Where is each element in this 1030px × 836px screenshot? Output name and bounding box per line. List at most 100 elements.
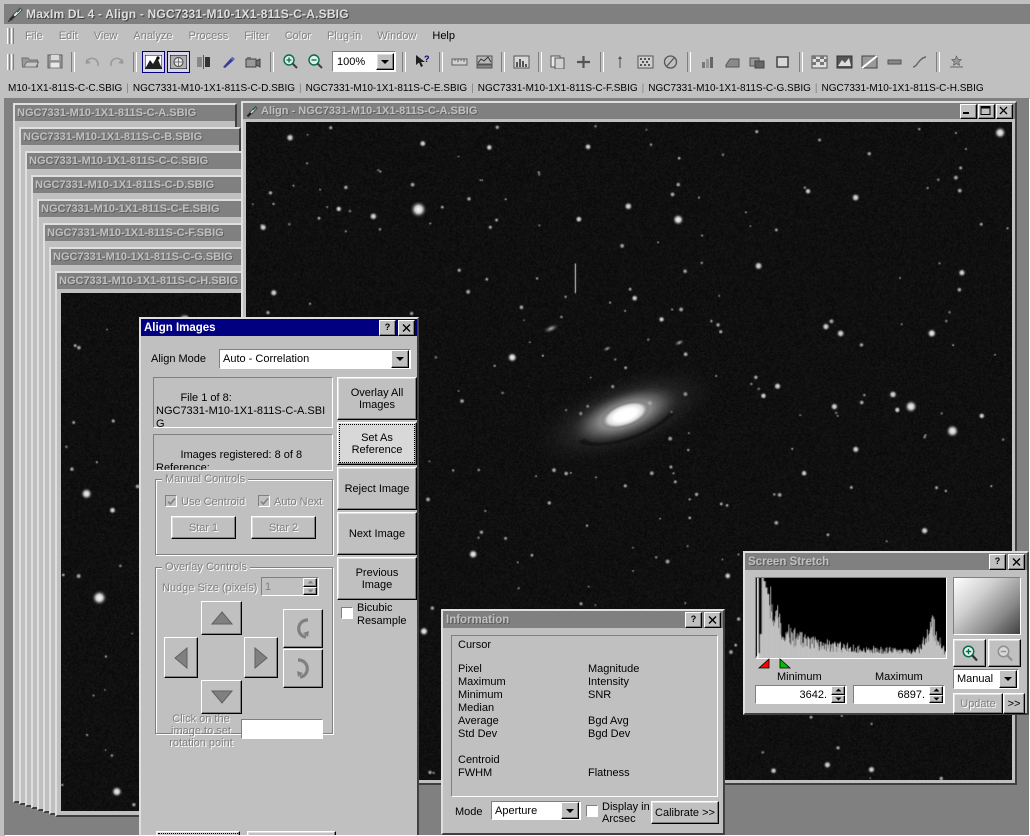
bar-chart-icon[interactable] — [696, 51, 719, 73]
information-dialog[interactable]: Information ? Cursor Pixel Maximum Minim… — [441, 609, 725, 835]
spinner-up[interactable] — [831, 686, 845, 695]
maximize-button[interactable] — [978, 103, 995, 119]
previous-image-button[interactable]: Previous Image — [337, 557, 417, 600]
menu-item-window[interactable]: Window — [369, 28, 424, 44]
histogram-panel[interactable] — [755, 577, 947, 659]
screen-stretch-dialog[interactable]: Screen Stretch ? Minimum Maximum 3642. 6… — [743, 551, 1029, 715]
save-file-icon[interactable] — [43, 51, 66, 73]
pixel-math-icon[interactable] — [634, 51, 657, 73]
rotate-cw-button[interactable] — [283, 649, 323, 688]
star2-button[interactable]: Star 2 — [251, 516, 316, 539]
chevron-down-icon[interactable] — [999, 670, 1017, 688]
document-tab[interactable]: NGC7331-M10-1X1-811S-C-F.SBIG — [474, 83, 642, 94]
image-window-title-bar[interactable]: NGC7331-M10-1X1-811S-C-A.SBIG — [15, 105, 235, 121]
photometry-icon[interactable] — [659, 51, 682, 73]
reject-image-button[interactable]: Reject Image — [337, 467, 417, 510]
update-button[interactable]: Update — [953, 693, 1003, 714]
undo-icon[interactable] — [80, 51, 103, 73]
nudge-down-button[interactable] — [201, 680, 242, 714]
minimum-spinner[interactable] — [831, 686, 845, 703]
histogram-high-marker[interactable] — [778, 658, 792, 672]
cancel-button[interactable]: Cancel — [247, 831, 336, 835]
nudge-left-button[interactable] — [164, 637, 198, 678]
overlay-icon[interactable] — [833, 51, 856, 73]
auto-next-checkbox[interactable] — [258, 495, 270, 507]
document-tab[interactable]: NGC7331-M10-1X1-811S-C-D.SBIG — [129, 83, 299, 94]
screen-stretch-icon[interactable] — [142, 50, 165, 73]
chevron-down-icon[interactable] — [376, 53, 394, 70]
document-tab[interactable]: NGC7331-M10-1X1-811S-C-G.SBIG — [644, 83, 815, 94]
image-window-title-bar[interactable]: NGC7331-M10-1X1-811S-C-C.SBIG — [27, 153, 245, 169]
measure-icon[interactable] — [448, 51, 471, 73]
histogram-icon[interactable] — [510, 51, 533, 73]
stretch-mode-select[interactable]: Manual — [953, 669, 1019, 689]
select-region-icon[interactable] — [771, 51, 794, 73]
star1-button[interactable]: Star 1 — [171, 516, 236, 539]
telescope-pointer-icon[interactable] — [217, 51, 240, 73]
close-button[interactable] — [398, 319, 415, 336]
spinner-down[interactable] — [303, 586, 317, 595]
align-images-dialog[interactable]: Align Images ? Align Mode Auto - Correla… — [139, 317, 419, 835]
flip-icon[interactable] — [192, 51, 215, 73]
chevron-down-icon[interactable] — [561, 802, 579, 819]
maximum-spinner[interactable] — [929, 686, 943, 703]
close-button[interactable] — [1008, 553, 1025, 570]
curve-icon[interactable] — [908, 51, 931, 73]
strip-icon[interactable] — [883, 51, 906, 73]
document-tab[interactable]: NGC7331-M10-1X1-811S-C-H.SBIG — [818, 83, 988, 94]
maximum-stepper[interactable]: 6897. — [853, 685, 945, 704]
spinner-up[interactable] — [929, 686, 943, 695]
align-mode-select[interactable]: Auto - Correlation — [219, 349, 411, 369]
help-button[interactable]: ? — [989, 553, 1006, 570]
calibrate-button[interactable]: Calibrate >> — [651, 801, 719, 824]
checker-icon[interactable] — [808, 51, 831, 73]
star-align-icon[interactable] — [945, 51, 968, 73]
zoom-level-select[interactable]: 100% — [332, 51, 396, 72]
copy-icon[interactable] — [547, 51, 570, 73]
align-dialog-title-bar[interactable]: Align Images ? — [141, 319, 417, 336]
mode-select[interactable]: Aperture — [491, 801, 581, 820]
histogram-canvas[interactable] — [756, 578, 946, 658]
help-button[interactable]: ? — [685, 611, 702, 628]
next-image-button[interactable]: Next Image — [337, 512, 417, 555]
rotation-point-field[interactable] — [241, 719, 323, 739]
nudge-size-stepper[interactable]: 1 — [261, 577, 319, 596]
close-button[interactable] — [704, 611, 721, 628]
set-as-reference-button[interactable]: Set As Reference — [337, 422, 417, 465]
minimize-button[interactable] — [960, 103, 977, 119]
nudge-right-button[interactable] — [244, 637, 278, 678]
menu-item-process[interactable]: Process — [181, 28, 237, 44]
zoom-out-icon[interactable] — [304, 51, 327, 73]
mask-icon[interactable] — [858, 51, 881, 73]
close-button[interactable] — [996, 103, 1013, 119]
image-window-title-bar[interactable]: NGC7331-M10-1X1-811S-C-E.SBIG — [39, 201, 257, 217]
context-help-icon[interactable]: ? — [411, 51, 434, 73]
document-tab[interactable]: NGC7331-M10-1X1-811S-C-E.SBIG — [302, 83, 472, 94]
menu-item-edit[interactable]: Edit — [51, 28, 86, 44]
rotate-ccw-button[interactable] — [283, 609, 323, 648]
zoom-in-icon[interactable] — [279, 51, 302, 73]
grab-icon[interactable] — [721, 51, 744, 73]
zoom-out-button[interactable] — [988, 639, 1021, 667]
menu-item-help[interactable]: Help — [424, 28, 463, 44]
spinner-down[interactable] — [831, 694, 845, 703]
information-icon[interactable] — [167, 50, 190, 73]
image-window-title-bar[interactable]: NGC7331-M10-1X1-811S-C-B.SBIG — [21, 129, 239, 145]
open-file-icon[interactable] — [18, 51, 41, 73]
image-window-title-bar[interactable]: NGC7331-M10-1X1-811S-C-D.SBIG — [33, 177, 251, 193]
nudge-up-button[interactable] — [201, 601, 242, 635]
camera-control-icon[interactable] — [242, 51, 265, 73]
image-window-title-bar[interactable]: NGC7331-M10-1X1-811S-C-F.SBIG — [45, 225, 263, 241]
spinner-up[interactable] — [303, 578, 317, 587]
calibrate-icon[interactable] — [609, 51, 632, 73]
histogram-low-marker[interactable] — [757, 658, 771, 672]
menu-item-file[interactable]: File — [17, 28, 51, 44]
menu-item-view[interactable]: View — [86, 28, 126, 44]
bicubic-resample-checkbox[interactable] — [341, 607, 353, 619]
screen-stretch-title-bar[interactable]: Screen Stretch ? — [745, 553, 1027, 570]
menu-gripper[interactable] — [7, 28, 14, 44]
menu-item-plugin[interactable]: Plug-in — [319, 28, 369, 44]
minimum-stepper[interactable]: 3642. — [755, 685, 847, 704]
ok-button[interactable]: OK — [156, 831, 240, 835]
information-dialog-title-bar[interactable]: Information ? — [443, 611, 723, 628]
